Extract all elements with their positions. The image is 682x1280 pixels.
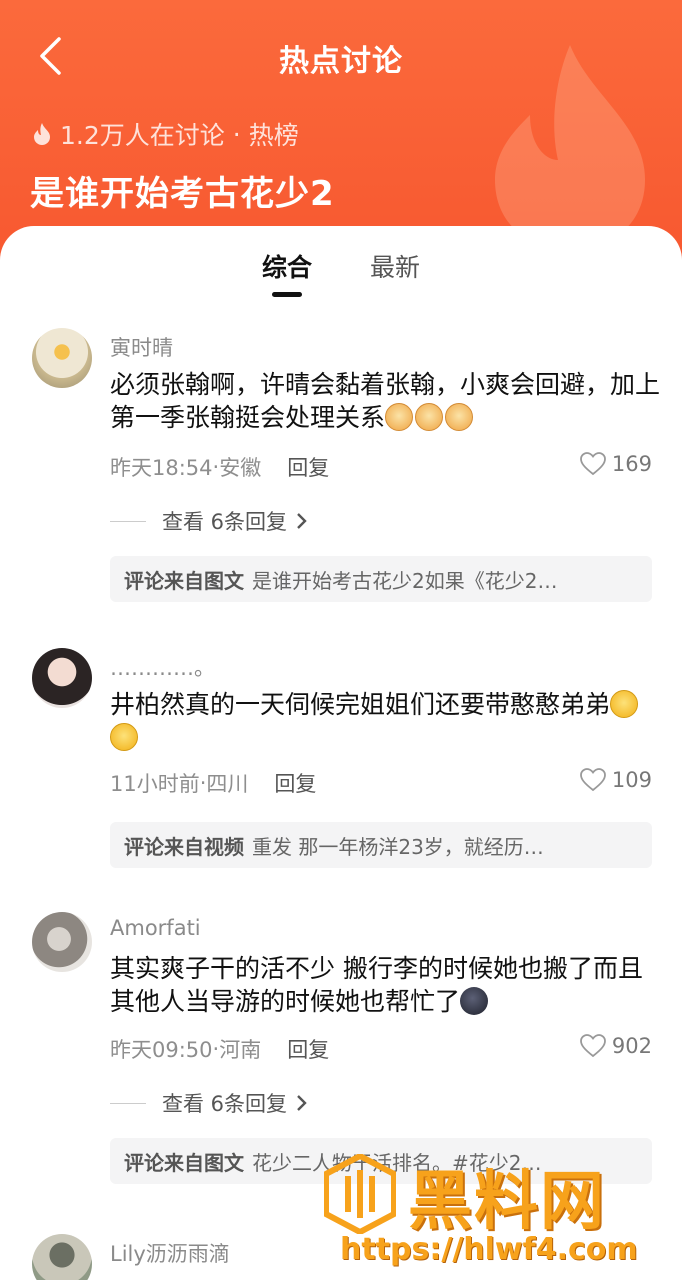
- source-label: 评论来自图文: [124, 1150, 244, 1175]
- page-title: 热点讨论: [279, 44, 403, 79]
- discussion-count: 1.2万人在讨论: [60, 121, 225, 150]
- crying-emoji-icon: [610, 690, 639, 718]
- comment-username[interactable]: 寅时晴: [110, 332, 173, 362]
- comment-body: 必须张翰啊，许晴会黏着张翰，小爽会回避，加上第一季张翰挺会处理关系: [110, 370, 661, 432]
- view-replies-link[interactable]: 查看 6条回复: [110, 506, 309, 536]
- meta-dot: ·: [199, 771, 207, 795]
- comment-username[interactable]: …………。: [110, 652, 215, 682]
- reply-button[interactable]: 回复: [287, 1034, 329, 1064]
- comment-location: 河南: [219, 1038, 262, 1062]
- reply-button[interactable]: 回复: [287, 452, 329, 482]
- source-card[interactable]: 评论来自视频 重发 那一年杨洋23岁，就经历…: [110, 822, 652, 868]
- watermark-name: 黑料网: [408, 1165, 606, 1239]
- heart-icon: [580, 452, 606, 476]
- reply-button[interactable]: 回复: [274, 768, 316, 798]
- view-replies-label: 查看 6条回复: [162, 1092, 288, 1116]
- comment-username[interactable]: Lily沥沥雨滴: [110, 1238, 230, 1268]
- source-text: 是谁开始考古花少2如果《花少2…: [252, 568, 558, 593]
- meta-dot: ·: [212, 455, 220, 479]
- comments-sheet: 综合 最新 寅时晴 必须张翰啊，许晴会黏着张翰，小爽会回避，加上第一季张翰挺会处…: [0, 226, 682, 1280]
- view-replies-label: 查看 6条回复: [162, 510, 288, 534]
- rank-label[interactable]: 热榜: [249, 116, 299, 152]
- watermark-logo-icon: [324, 1154, 396, 1234]
- source-label: 评论来自视频: [124, 834, 244, 859]
- comment-body: 井柏然真的一天伺候完姐姐们还要带憨憨弟弟: [110, 690, 611, 719]
- comment-body: 其实爽子干的活不少 搬行李的时候她也搬了而且其他人当导游的时候她也帮忙了: [110, 954, 643, 1016]
- chevron-right-icon: [297, 513, 307, 529]
- comment-text: 其实爽子干的活不少 搬行李的时候她也搬了而且其他人当导游的时候她也帮忙了: [110, 952, 660, 1018]
- divider-line: [110, 1102, 146, 1104]
- tab-comprehensive[interactable]: 综合: [262, 248, 312, 284]
- meta-separator: ·: [232, 119, 241, 149]
- dog-emoji-icon: [445, 403, 474, 431]
- source-card[interactable]: 评论来自图文 是谁开始考古花少2如果《花少2…: [110, 556, 652, 602]
- comment-username[interactable]: Amorfati: [110, 916, 201, 940]
- dark-emoji-icon: [460, 987, 489, 1015]
- source-label: 评论来自图文: [124, 568, 244, 593]
- comment-meta: 11小时前 · 四川 回复: [110, 768, 316, 798]
- tab-latest[interactable]: 最新: [370, 248, 420, 284]
- avatar[interactable]: [32, 328, 92, 388]
- like-button[interactable]: 109: [580, 768, 652, 792]
- avatar[interactable]: [32, 912, 92, 972]
- discussion-meta: 1.2万人在讨论 · 热榜: [32, 116, 299, 152]
- comment-time: 11小时前: [110, 772, 200, 796]
- comment-location: 安徽: [219, 456, 262, 480]
- dog-emoji-icon: [385, 403, 414, 431]
- active-tab-indicator: [272, 292, 302, 297]
- fire-icon: [34, 123, 50, 145]
- comment-location: 四川: [206, 772, 249, 796]
- watermark: 黑料网 https://hlwf4.com: [320, 1150, 680, 1280]
- comment-time: 昨天09:50: [110, 1038, 213, 1062]
- like-button[interactable]: 902: [580, 1034, 652, 1058]
- comment-text: 井柏然真的一天伺候完姐姐们还要带憨憨弟弟: [110, 688, 660, 754]
- avatar[interactable]: [32, 648, 92, 708]
- crying-emoji-icon: [110, 723, 138, 751]
- avatar[interactable]: [32, 1234, 92, 1280]
- source-text: 重发 那一年杨洋23岁，就经历…: [252, 834, 544, 859]
- like-count: 109: [611, 768, 652, 792]
- dog-emoji-icon: [415, 403, 444, 431]
- view-replies-link[interactable]: 查看 6条回复: [110, 1088, 309, 1118]
- like-count: 169: [611, 452, 652, 476]
- comment-meta: 昨天18:54 · 安徽 回复: [110, 452, 329, 482]
- comment-meta: 昨天09:50 · 河南 回复: [110, 1034, 329, 1064]
- watermark-url: https://hlwf4.com: [340, 1232, 638, 1267]
- topic-title: 是谁开始考古花少2: [30, 174, 335, 214]
- chevron-right-icon: [297, 1095, 307, 1111]
- tab-bar: 综合 最新: [0, 226, 682, 306]
- meta-dot: ·: [212, 1037, 220, 1061]
- like-button[interactable]: 169: [580, 452, 652, 476]
- comment-text: 必须张翰啊，许晴会黏着张翰，小爽会回避，加上第一季张翰挺会处理关系: [110, 368, 660, 434]
- heart-icon: [580, 1034, 606, 1058]
- like-count: 902: [611, 1034, 652, 1058]
- divider-line: [110, 520, 146, 522]
- heart-icon: [580, 768, 606, 792]
- comment-time: 昨天18:54: [110, 456, 213, 480]
